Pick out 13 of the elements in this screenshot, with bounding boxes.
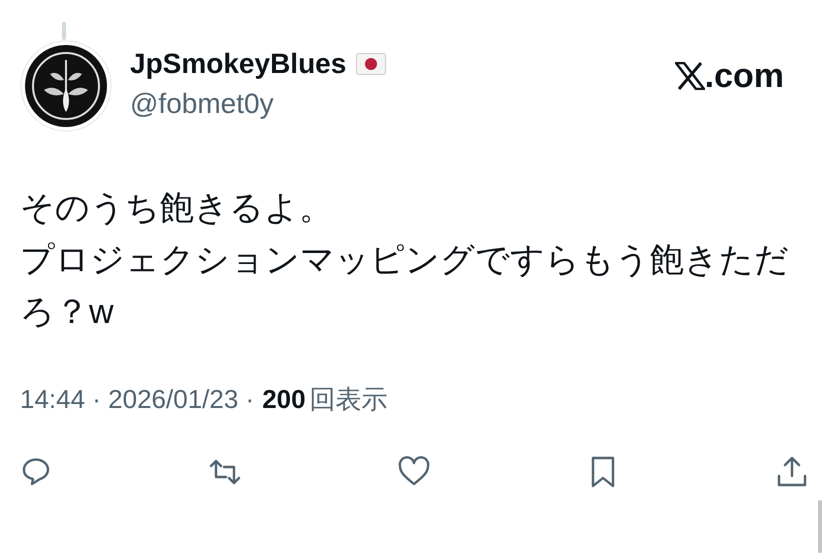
scrollbar [818, 500, 822, 553]
view-count: 200 [262, 383, 306, 416]
timestamp[interactable]: 14:44 · 2026/01/23 · [20, 382, 254, 416]
brand-text: .com [704, 56, 784, 96]
user-handle[interactable]: @fobmet0y [130, 86, 675, 122]
display-name[interactable]: JpSmokeyBlues [130, 46, 346, 82]
tweet-text: そのうち飽きるよ。 [20, 188, 334, 229]
avatar[interactable] [20, 40, 112, 132]
x-logo-icon [674, 62, 705, 90]
views-label: 回表示 [310, 383, 388, 416]
tweet-text: プロジェクションマッピングですらもう飽きただろ？w [20, 240, 790, 333]
flag-icon [356, 53, 386, 75]
thread-line [62, 22, 66, 40]
